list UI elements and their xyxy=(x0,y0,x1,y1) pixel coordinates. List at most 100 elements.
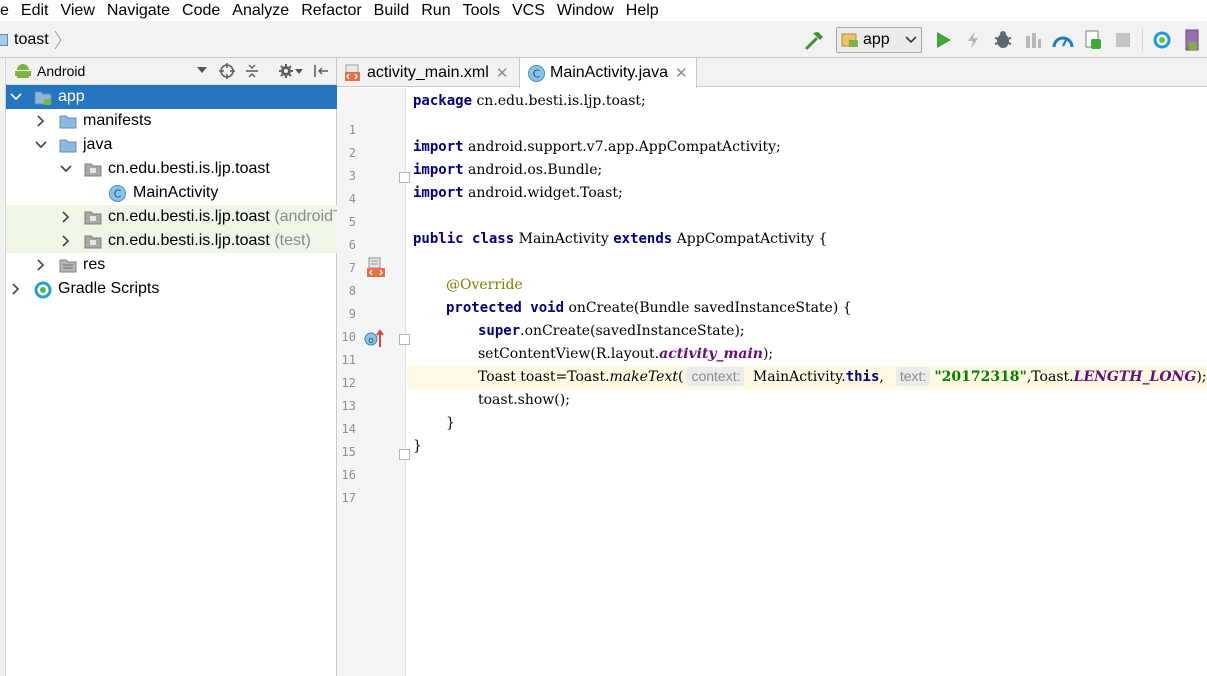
tab-main-activity-java[interactable]: C MainActivity.java ✕ xyxy=(519,58,697,88)
expand-arrow-down-icon[interactable] xyxy=(60,163,72,175)
menu-tools[interactable]: Tools xyxy=(457,0,506,21)
code-line-3: import android.support.v7.app.AppCompatA… xyxy=(413,139,781,155)
svg-text:C: C xyxy=(533,67,541,80)
gear-icon[interactable] xyxy=(278,63,294,79)
res-folder-icon xyxy=(59,257,77,273)
project-tree: app manifests java cn.edu.besti.is.ljp.toas… xyxy=(6,85,337,301)
gear-dropdown-icon[interactable] xyxy=(295,67,303,75)
code-line-10: protected void onCreate(Bundle savedInst… xyxy=(446,300,852,316)
menu-vcs[interactable]: VCS xyxy=(506,0,551,21)
attach-icon xyxy=(1026,32,1041,48)
tree-node-label: Gradle Scripts xyxy=(58,280,160,297)
project-folder-icon xyxy=(0,33,8,46)
line-number: 16 xyxy=(341,468,356,482)
project-view-mode-label[interactable]: Android xyxy=(37,63,85,79)
folder-icon xyxy=(59,137,77,153)
menu-view[interactable]: View xyxy=(54,0,100,21)
run-android-button[interactable] xyxy=(1078,25,1108,55)
view-mode-dropdown-icon[interactable] xyxy=(197,66,207,74)
tree-node[interactable]: app xyxy=(6,85,337,109)
tree-node-label: cn.edu.besti.is.ljp.toast xyxy=(108,160,270,177)
run-configuration-dropdown[interactable]: app xyxy=(836,26,922,53)
tree-node-label: app xyxy=(58,88,85,105)
close-icon[interactable]: ✕ xyxy=(675,64,688,82)
line-number: 11 xyxy=(341,353,356,367)
tree-node[interactable]: java xyxy=(6,133,337,157)
tree-node[interactable]: Gradle Scripts xyxy=(6,277,337,301)
line-number: 14 xyxy=(341,422,356,436)
code-line-5: import android.widget.Toast; xyxy=(413,185,623,201)
attach-debugger-button[interactable] xyxy=(1018,25,1048,55)
tree-node[interactable]: cn.edu.besti.is.ljp.toast xyxy=(6,157,337,181)
xml-file-icon xyxy=(345,64,360,81)
make-project-button[interactable] xyxy=(800,25,830,55)
code-line-12: setContentView(R.layout.activity_main); xyxy=(478,346,774,362)
avd-manager-button[interactable] xyxy=(1177,25,1207,55)
close-icon[interactable]: ✕ xyxy=(496,64,509,82)
menu-analyze[interactable]: Analyze xyxy=(226,0,295,21)
gradle-icon xyxy=(34,281,52,299)
line-number: 12 xyxy=(341,376,356,390)
related-xml-file-icon[interactable] xyxy=(365,257,387,279)
gauge-icon xyxy=(1052,36,1074,47)
class-icon: C xyxy=(109,185,127,202)
profile-button[interactable] xyxy=(1048,25,1078,55)
menu-run[interactable]: Run xyxy=(415,0,456,21)
override-method-icon[interactable]: o xyxy=(364,328,386,348)
menu-window[interactable]: Window xyxy=(551,0,620,21)
line-number: 10 xyxy=(341,330,356,344)
expand-arrow-right-icon[interactable] xyxy=(35,259,47,271)
expand-arrow-right-icon[interactable] xyxy=(60,211,72,223)
expand-arrow-down-icon[interactable] xyxy=(10,91,22,103)
menu-file[interactable]: e xyxy=(0,0,15,21)
menu-refactor[interactable]: Refactor xyxy=(295,0,367,21)
stop-icon xyxy=(1116,32,1130,47)
collapse-all-icon[interactable] xyxy=(244,63,260,79)
project-tool-window: Android app manifests java cn.edu.besti.is.… xyxy=(6,58,337,676)
sync-gradle-button[interactable] xyxy=(1147,25,1177,55)
bug-icon xyxy=(994,30,1012,48)
tree-node[interactable]: cn.edu.besti.is.ljp.toast (androidTest) xyxy=(6,205,337,229)
tab-label: activity_main.xml xyxy=(367,63,489,81)
tree-node-label: res xyxy=(83,256,106,273)
expand-arrow-down-icon[interactable] xyxy=(35,139,47,151)
line-number: 17 xyxy=(341,491,356,505)
menu-build[interactable]: Build xyxy=(368,0,416,21)
folder-icon xyxy=(59,113,77,129)
navigation-bar: toast app xyxy=(0,21,1207,58)
expand-arrow-right-icon[interactable] xyxy=(10,283,22,295)
hammer-icon xyxy=(805,31,823,49)
device-icon xyxy=(1185,29,1199,50)
stop-button[interactable] xyxy=(1108,25,1138,55)
line-number: 15 xyxy=(341,445,356,459)
main-toolbar: app xyxy=(800,21,1207,58)
code-line-11: super.onCreate(savedInstanceState); xyxy=(478,323,745,339)
code-editor[interactable]: package cn.edu.besti.is.ljp.toast; impor… xyxy=(407,88,1207,676)
tree-node[interactable]: res xyxy=(6,253,337,277)
android-icon xyxy=(15,64,31,78)
parameter-hint-context: context: xyxy=(687,367,745,386)
menu-help[interactable]: Help xyxy=(620,0,665,21)
tree-node[interactable]: cn.edu.besti.is.ljp.toast (test) xyxy=(6,229,337,253)
debug-button[interactable] xyxy=(988,25,1018,55)
expand-arrow-right-icon[interactable] xyxy=(60,235,72,247)
tree-node[interactable]: manifests xyxy=(6,109,337,133)
menu-edit[interactable]: Edit xyxy=(15,0,55,21)
breadcrumb-project[interactable]: toast xyxy=(14,31,49,49)
expand-arrow-right-icon[interactable] xyxy=(35,115,47,127)
package-icon xyxy=(84,233,102,249)
chevron-down-icon xyxy=(905,35,917,43)
hide-panel-icon[interactable] xyxy=(313,63,329,79)
menu-navigate[interactable]: Navigate xyxy=(101,0,176,21)
android-module-icon xyxy=(841,33,858,47)
run-play-icon xyxy=(937,31,951,48)
run-app-button[interactable] xyxy=(928,25,958,55)
tree-node[interactable]: C MainActivity xyxy=(6,181,337,205)
apply-changes-button[interactable] xyxy=(958,25,988,55)
locate-file-icon[interactable] xyxy=(219,63,235,79)
sync-icon xyxy=(1153,31,1171,48)
line-number: 7 xyxy=(348,261,356,275)
tree-node-label: java xyxy=(83,136,113,153)
tab-activity-main-xml[interactable]: activity_main.xml ✕ xyxy=(344,58,508,87)
menu-code[interactable]: Code xyxy=(176,0,226,21)
